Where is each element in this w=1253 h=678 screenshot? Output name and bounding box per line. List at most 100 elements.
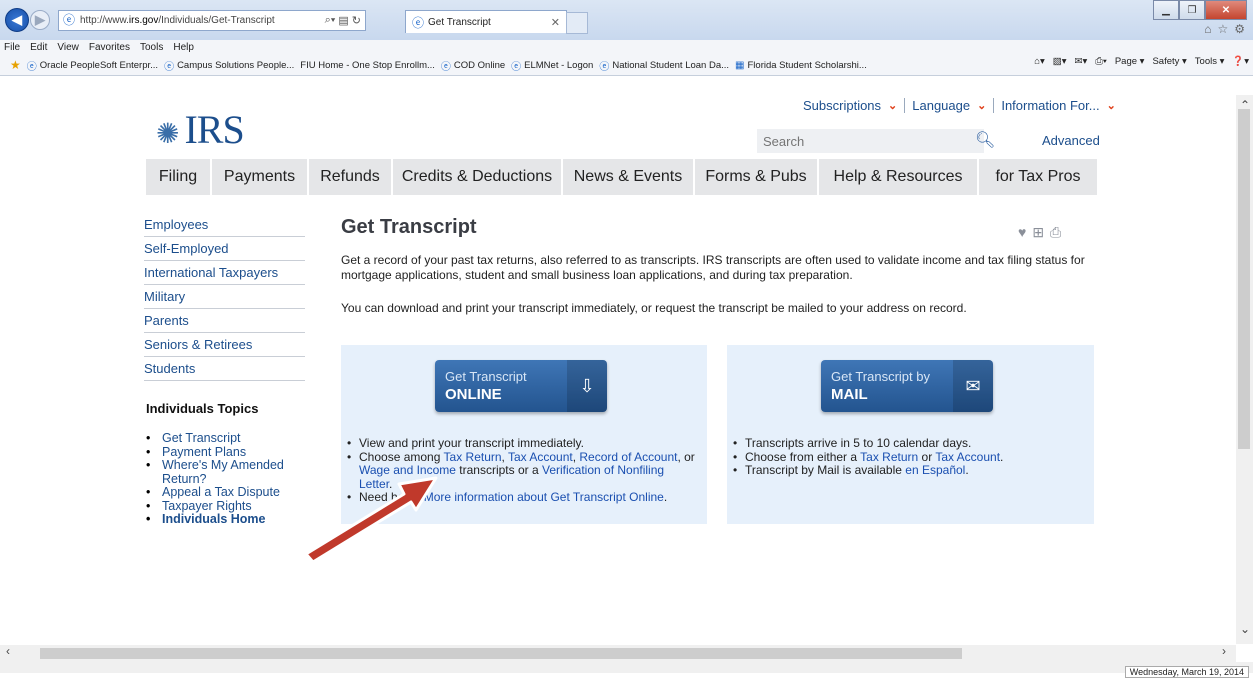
list-item: • Get Transcript xyxy=(146,431,241,446)
print-icon[interactable]: ⎙ xyxy=(1050,224,1061,241)
safety-menu[interactable]: Safety ▾ xyxy=(1152,56,1186,67)
ie-page-icon: ⓔ xyxy=(599,61,610,73)
list-item: • Transcript by Mail is available en Esp… xyxy=(733,463,969,477)
favorites-star-icon[interactable]: ★ xyxy=(10,58,21,72)
topic-link[interactable]: Appeal a Tax Dispute xyxy=(162,485,280,500)
leftnav-international[interactable]: International Taxpayers xyxy=(144,261,305,285)
ie-page-icon: ⓔ xyxy=(412,15,425,30)
feeds-icon[interactable]: ▧▾ xyxy=(1053,56,1067,67)
topic-link-individuals-home[interactable]: Individuals Home xyxy=(162,512,266,527)
mail-panel: Get Transcript by MAIL ✉ • Transcripts ar… xyxy=(727,345,1094,524)
plus-box-icon[interactable]: ⊞ xyxy=(1032,224,1044,241)
irs-logo[interactable]: ✺ IRS xyxy=(156,106,245,153)
leftnav-seniors[interactable]: Seniors & Retirees xyxy=(144,333,305,357)
minimize-button[interactable]: ▁ xyxy=(1153,0,1179,20)
favorite-link[interactable]: ⓔ Oracle PeopleSoft Enterpr... xyxy=(27,58,158,73)
menu-view[interactable]: View xyxy=(57,42,79,53)
tax-return-link[interactable]: Tax Return xyxy=(444,450,502,464)
nav-tax-pros[interactable]: for Tax Pros xyxy=(979,159,1097,195)
address-tools: ⌕▾ ▤ ↻ xyxy=(325,14,365,27)
tab-get-transcript[interactable]: ⓔ Get Transcript ✕ xyxy=(405,10,567,33)
tools-menu[interactable]: Tools ▾ xyxy=(1195,56,1225,67)
topic-link[interactable]: Payment Plans xyxy=(162,445,246,460)
print-icon[interactable]: ⎙▾ xyxy=(1095,56,1107,67)
page-menu[interactable]: Page ▾ xyxy=(1115,56,1145,67)
leftnav-employees[interactable]: Employees xyxy=(144,213,305,237)
search-icon[interactable]: 🔍︎ xyxy=(975,130,995,150)
menu-tools[interactable]: Tools xyxy=(140,42,163,53)
leftnav-students[interactable]: Students xyxy=(144,357,305,381)
new-tab-button[interactable] xyxy=(566,12,588,34)
main-nav: Filing Payments Refunds Credits & Deduct… xyxy=(146,159,1099,195)
mail-tax-return-link[interactable]: Tax Return xyxy=(860,450,918,464)
nav-forms-pubs[interactable]: Forms & Pubs xyxy=(695,159,817,195)
command-bar: ⌂▾ ▧▾ ✉▾ ⎙▾ Page ▾ Safety ▾ Tools ▾ ❓▾ xyxy=(1034,56,1249,67)
leftnav-military[interactable]: Military xyxy=(144,285,305,309)
nav-news-events[interactable]: News & Events xyxy=(563,159,693,195)
more-info-online-link[interactable]: More information about Get Transcript On… xyxy=(424,490,664,504)
menu-edit[interactable]: Edit xyxy=(30,42,47,53)
maximize-button[interactable]: ❐ xyxy=(1179,0,1205,20)
nav-payments[interactable]: Payments xyxy=(212,159,307,195)
nav-refunds[interactable]: Refunds xyxy=(309,159,391,195)
nav-filing[interactable]: Filing xyxy=(146,159,210,195)
espanol-link[interactable]: en Español xyxy=(905,463,965,477)
tax-account-link[interactable]: Tax Account xyxy=(508,450,573,464)
favorite-link[interactable]: ⓔ COD Online xyxy=(441,58,505,73)
menu-help[interactable]: Help xyxy=(173,42,194,53)
chevron-down-icon: ⌄ xyxy=(1106,100,1116,112)
nav-credits-deductions[interactable]: Credits & Deductions xyxy=(393,159,561,195)
page-viewport: ✺ IRS Subscriptions ⌄ Language ⌄ Informatio… xyxy=(0,76,1236,644)
back-button[interactable]: ◀ xyxy=(5,8,29,32)
vertical-scrollbar[interactable] xyxy=(1236,95,1253,644)
topic-link[interactable]: Where's My Amended Return? xyxy=(162,458,316,486)
favorite-link[interactable]: FIU Home - One Stop Enrollm... xyxy=(300,60,435,71)
heart-icon[interactable]: ♥ xyxy=(1018,224,1026,241)
favorite-link[interactable]: ⓔ ELMNet - Logon xyxy=(511,58,593,73)
leftnav-self-employed[interactable]: Self-Employed xyxy=(144,237,305,261)
scroll-right-arrow-icon[interactable]: › xyxy=(1222,644,1226,658)
home-icon[interactable]: ⌂▾ xyxy=(1034,56,1045,67)
menu-favorites[interactable]: Favorites xyxy=(89,42,130,53)
favorite-link[interactable]: ▦ Florida Student Scholarshi... xyxy=(735,60,867,71)
home-icon[interactable]: ⌂ xyxy=(1204,22,1211,36)
scroll-thumb[interactable] xyxy=(40,648,962,659)
topic-link[interactable]: Taxpayer Rights xyxy=(162,499,252,514)
mail-icon[interactable]: ✉▾ xyxy=(1075,56,1088,67)
topic-link[interactable]: Get Transcript xyxy=(162,431,241,446)
horizontal-scrollbar[interactable] xyxy=(0,645,1236,662)
scroll-down-arrow-icon[interactable]: ⌄ xyxy=(1240,622,1250,636)
get-transcript-mail-button[interactable]: Get Transcript by MAIL ✉ xyxy=(821,360,993,412)
refresh-icon[interactable]: ↻ xyxy=(352,14,361,27)
get-transcript-online-button[interactable]: Get Transcript ONLINE ⇩ xyxy=(435,360,607,412)
search-icon[interactable]: ⌕▾ xyxy=(325,14,336,27)
tab-close-icon[interactable]: ✕ xyxy=(551,16,560,29)
subscriptions-link[interactable]: Subscriptions ⌄ xyxy=(796,98,906,113)
advanced-search-link[interactable]: Advanced xyxy=(1042,133,1100,148)
forward-button[interactable]: ▶ xyxy=(30,10,50,30)
address-bar[interactable]: ⓔ http://www.irs.gov/Individuals/Get-Tra… xyxy=(58,10,366,31)
close-window-button[interactable]: ✕ xyxy=(1205,0,1247,20)
mail-list: • Transcripts arrive in 5 to 10 calendar … xyxy=(733,436,1083,478)
gear-icon[interactable]: ⚙ xyxy=(1234,22,1245,36)
download-document-icon: ⇩ xyxy=(567,360,607,412)
search-input[interactable] xyxy=(757,129,984,153)
information-for-link[interactable]: Information For... ⌄ xyxy=(994,98,1122,113)
mail-tax-account-link[interactable]: Tax Account xyxy=(935,450,1000,464)
address-url[interactable]: http://www.irs.gov/Individuals/Get-Trans… xyxy=(80,15,275,26)
help-icon[interactable]: ❓▾ xyxy=(1232,56,1249,67)
favorites-star-icon[interactable]: ☆ xyxy=(1217,22,1228,36)
scroll-thumb[interactable] xyxy=(1238,109,1250,449)
scroll-up-arrow-icon[interactable]: ⌃ xyxy=(1240,98,1250,112)
list-item: • Payment Plans xyxy=(146,444,247,460)
nav-help-resources[interactable]: Help & Resources xyxy=(819,159,977,195)
leftnav-parents[interactable]: Parents xyxy=(144,309,305,333)
scroll-left-arrow-icon[interactable]: ‹ xyxy=(6,644,10,658)
favorite-link[interactable]: ⓔ Campus Solutions People... xyxy=(164,58,294,73)
menu-file[interactable]: File xyxy=(4,42,20,53)
compat-icon[interactable]: ▤ xyxy=(338,14,348,27)
record-of-account-link[interactable]: Record of Account xyxy=(579,450,677,464)
language-link[interactable]: Language ⌄ xyxy=(905,98,995,113)
page-icon: ▦ xyxy=(735,59,745,71)
favorite-link[interactable]: ⓔ National Student Loan Da... xyxy=(599,58,729,73)
